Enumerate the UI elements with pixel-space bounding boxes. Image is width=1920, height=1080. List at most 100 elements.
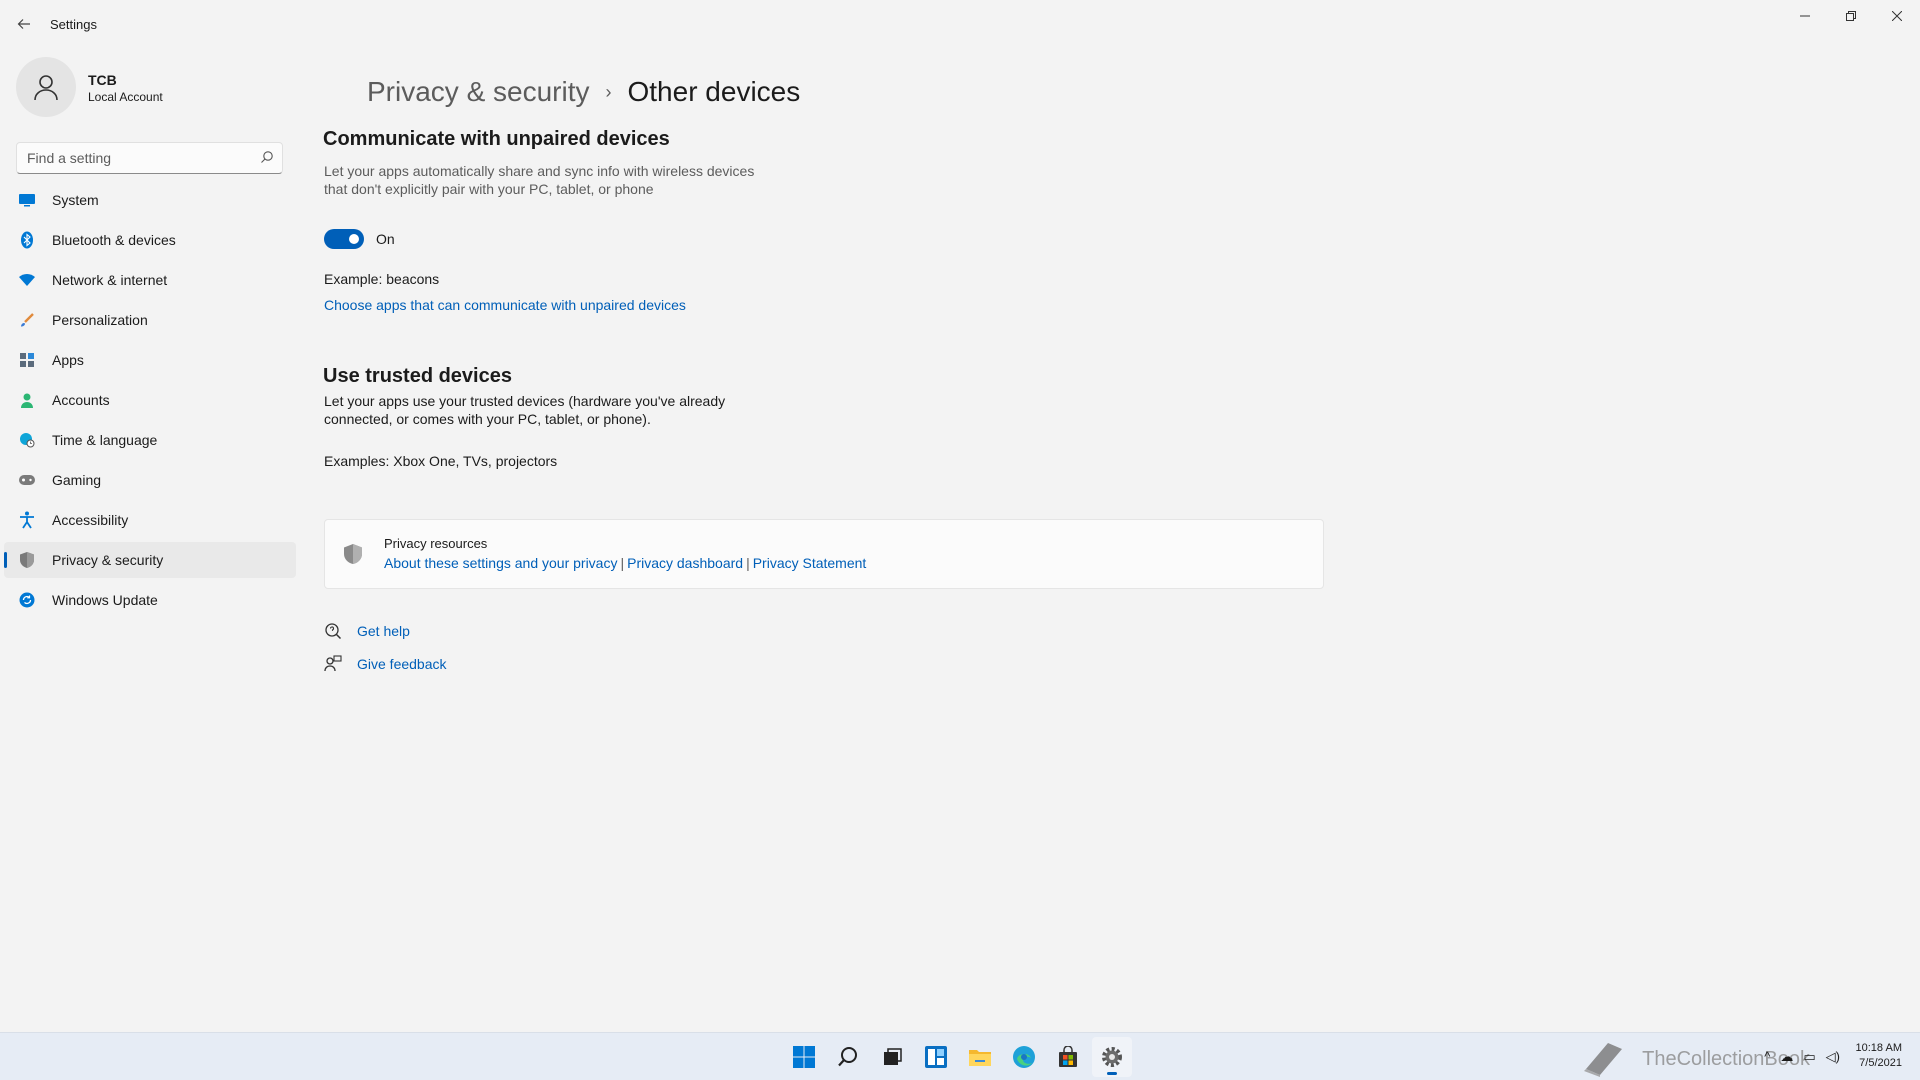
chevron-up-icon[interactable]: ^: [1764, 1049, 1770, 1065]
sidebar-item-gaming[interactable]: Gaming: [4, 462, 296, 498]
store-button[interactable]: [1048, 1037, 1088, 1077]
section-description-unpaired: Let your apps automatically share and sy…: [324, 163, 755, 197]
start-button[interactable]: [784, 1037, 824, 1077]
section-description-trusted: Let your apps use your trusted devices (…: [324, 393, 726, 427]
example-trusted-devices: Examples: Xbox One, TVs, projectors: [324, 453, 558, 469]
update-icon: [18, 591, 36, 609]
clock-date: 7/5/2021: [1859, 1057, 1902, 1069]
sidebar-item-label: Personalization: [52, 312, 148, 328]
sidebar-item-label: Apps: [52, 352, 84, 368]
app-title: Settings: [50, 17, 97, 32]
taskbar-apps: [784, 1037, 1136, 1077]
toggle-knob: [349, 234, 359, 244]
store-icon: [1059, 1046, 1077, 1067]
back-arrow-icon: [17, 19, 30, 29]
close-icon: [1892, 11, 1902, 21]
back-button[interactable]: [12, 12, 36, 36]
edge-button[interactable]: [1004, 1037, 1044, 1077]
taskbar: TheCollectionBook ^ ☁ ▭ ◁) 10:18 AM 7/5/…: [0, 1032, 1920, 1080]
settings-icon: [1102, 1047, 1122, 1067]
widgets-button[interactable]: [916, 1037, 956, 1077]
clock[interactable]: 10:18 AM 7/5/2021: [1856, 1041, 1902, 1071]
get-help-label: Get help: [357, 623, 410, 639]
example-beacons: Example: beacons: [324, 271, 440, 287]
restore-button[interactable]: [1828, 0, 1874, 32]
unpaired-devices-toggle[interactable]: [324, 229, 364, 249]
user-name: TCB: [88, 72, 117, 88]
section-title-unpaired: Communicate with unpaired devices: [323, 128, 670, 150]
close-button[interactable]: [1874, 0, 1920, 32]
sidebar-item-label: System: [52, 192, 99, 208]
monitor-icon: [18, 191, 36, 209]
person-icon: [18, 391, 36, 409]
avatar[interactable]: [16, 57, 76, 117]
get-help-link[interactable]: Get help: [324, 622, 410, 640]
sidebar-item-label: Accounts: [52, 392, 110, 408]
privacy-resources-title: Privacy resources: [384, 536, 488, 551]
toggle-state-label: On: [376, 231, 395, 247]
clock-time: 10:18 AM: [1855, 1042, 1902, 1054]
brush-icon: [18, 311, 36, 329]
widgets-icon: [925, 1046, 947, 1068]
breadcrumb-separator-icon: ›: [605, 81, 612, 102]
feedback-icon: [324, 655, 342, 672]
sidebar-item-network[interactable]: Network & internet: [4, 262, 296, 298]
breadcrumb-parent[interactable]: Privacy & security: [367, 76, 590, 108]
book-icon: [1584, 1043, 1623, 1077]
apps-icon: [18, 351, 36, 369]
accessibility-icon: [18, 511, 36, 529]
minimize-icon: [1800, 15, 1810, 17]
sidebar-item-label: Network & internet: [52, 272, 168, 288]
title-bar: Settings: [0, 0, 1920, 48]
sidebar-item-accessibility[interactable]: Accessibility: [4, 502, 296, 538]
cloud-icon[interactable]: ☁: [1780, 1049, 1793, 1065]
privacy-resources-links: About these settings and your privacy | Pr…: [384, 555, 866, 571]
sidebar-item-system[interactable]: System: [4, 182, 296, 218]
bluetooth-icon: [18, 231, 36, 249]
sidebar-item-bluetooth[interactable]: Bluetooth & devices: [4, 222, 296, 258]
taskbar-search-button[interactable]: [828, 1037, 868, 1077]
search-icon: [261, 151, 273, 163]
sidebar-item-personalization[interactable]: Personalization: [4, 302, 296, 338]
shield-icon: [344, 544, 362, 564]
edge-icon: [1013, 1046, 1035, 1068]
volume-icon[interactable]: ◁): [1826, 1049, 1840, 1065]
sidebar-item-label: Privacy & security: [52, 552, 164, 568]
sidebar-item-label: Gaming: [52, 472, 102, 488]
sidebar-item-label: Time & language: [52, 432, 158, 448]
sidebar-item-time-language[interactable]: Time & language: [4, 422, 296, 458]
about-settings-link[interactable]: About these settings and your privacy: [384, 555, 617, 571]
choose-apps-link[interactable]: Choose apps that can communicate with un…: [324, 297, 686, 313]
page-title: Other devices: [627, 76, 801, 107]
sidebar-nav: System Bluetooth & devices Network & int…: [4, 182, 296, 622]
file-explorer-icon: [969, 1050, 991, 1066]
sidebar-item-label: Bluetooth & devices: [52, 232, 176, 248]
restore-icon: [1846, 11, 1856, 21]
sidebar-item-privacy-security[interactable]: Privacy & security: [4, 542, 296, 578]
privacy-statement-link[interactable]: Privacy Statement: [753, 555, 867, 571]
sidebar-item-windows-update[interactable]: Windows Update: [4, 582, 296, 618]
windows-start-icon: [793, 1046, 815, 1068]
task-view-button[interactable]: [872, 1037, 912, 1077]
network-icon[interactable]: ▭: [1803, 1049, 1815, 1065]
account-type: Local Account: [88, 90, 163, 104]
privacy-resources-card: Privacy resources About these settings a…: [324, 519, 1324, 589]
wifi-icon: [18, 271, 36, 289]
help-icon: [325, 623, 342, 640]
search-box[interactable]: [16, 142, 283, 174]
privacy-dashboard-link[interactable]: Privacy dashboard: [627, 555, 743, 571]
file-explorer-button[interactable]: [960, 1037, 1000, 1077]
sidebar-item-label: Accessibility: [52, 512, 129, 528]
settings-taskbar-button[interactable]: [1092, 1037, 1132, 1077]
globe-clock-icon: [18, 431, 36, 449]
give-feedback-link[interactable]: Give feedback: [324, 655, 447, 673]
link-separator: |: [746, 555, 750, 571]
task-view-icon: [884, 1048, 902, 1065]
person-icon: [34, 75, 58, 101]
search-input[interactable]: [17, 143, 247, 173]
sidebar-item-accounts[interactable]: Accounts: [4, 382, 296, 418]
sidebar-item-label: Windows Update: [52, 592, 158, 608]
sidebar-item-apps[interactable]: Apps: [4, 342, 296, 378]
minimize-button[interactable]: [1782, 0, 1828, 32]
link-separator: |: [620, 555, 625, 571]
